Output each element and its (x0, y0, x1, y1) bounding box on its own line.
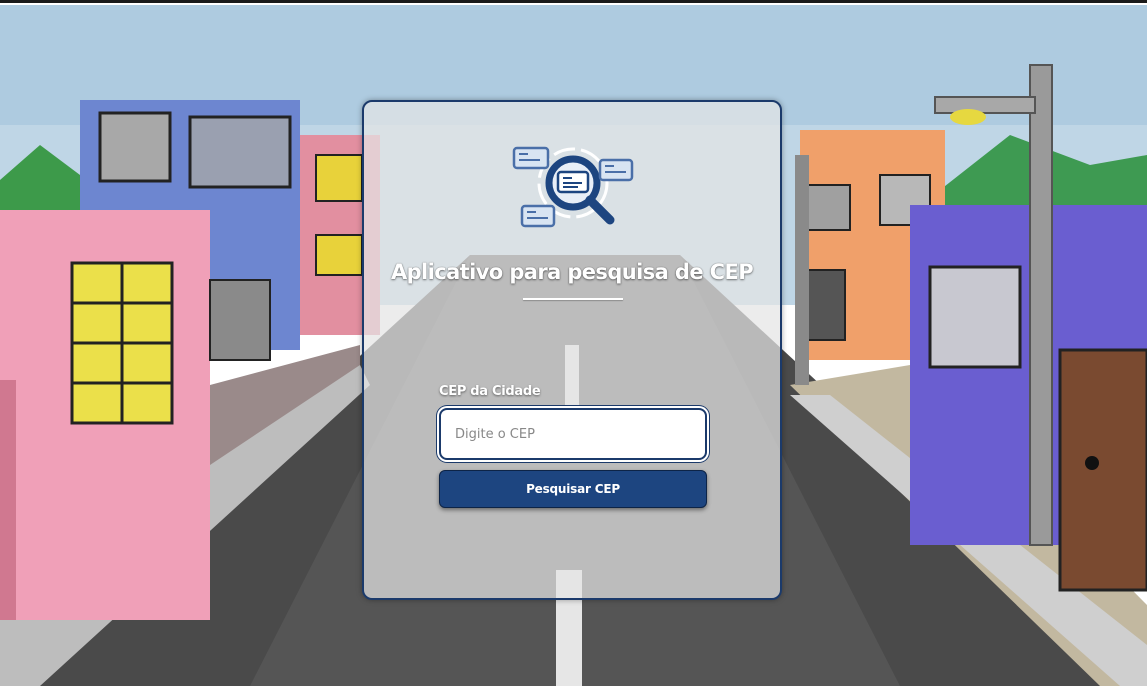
window-top-bar (0, 0, 1147, 3)
title-underline (523, 298, 623, 300)
search-card: Aplicativo para pesquisa de CEP CEP da C… (362, 100, 782, 600)
page-title: Aplicativo para pesquisa de CEP (390, 260, 754, 284)
cep-input[interactable] (439, 408, 707, 460)
cep-field-label: CEP da Cidade (439, 384, 541, 399)
search-cep-button[interactable]: Pesquisar CEP (439, 470, 707, 508)
search-address-cards-icon (512, 146, 634, 228)
